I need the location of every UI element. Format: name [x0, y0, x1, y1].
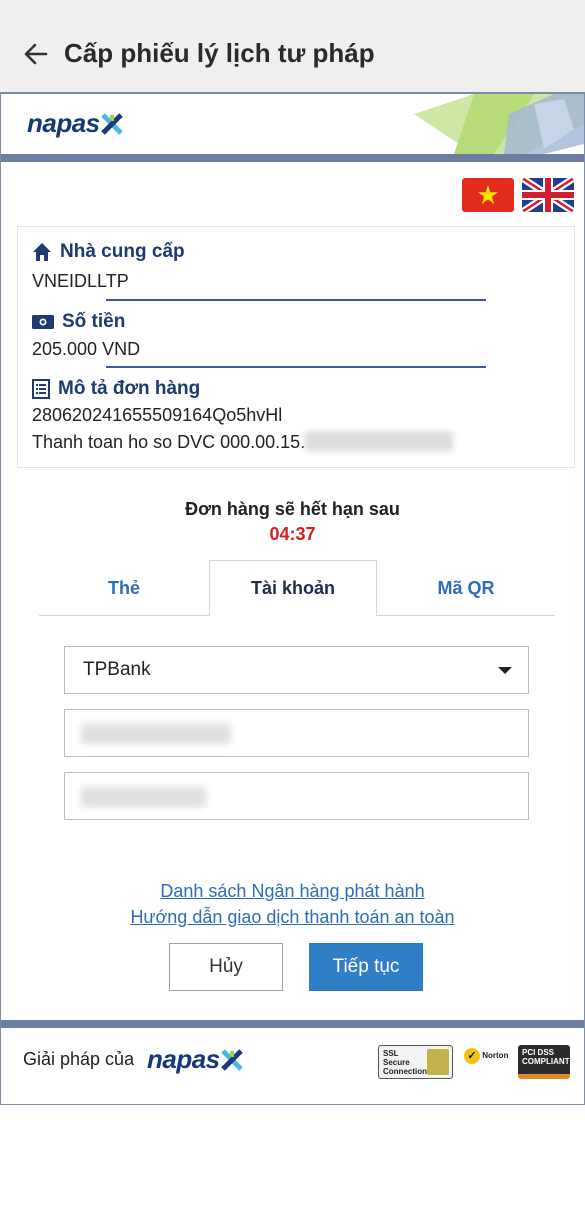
tab-card[interactable]: Thẻ — [39, 560, 209, 616]
description-line-1: 2806202416555091​64Qo5hvHl — [32, 405, 283, 425]
check-icon: ✓ — [464, 1048, 480, 1064]
norton-badge: ✓ Norton — [460, 1045, 514, 1079]
cancel-button[interactable]: Hủy — [169, 943, 283, 991]
amount-label: Số tiền — [62, 311, 126, 332]
napas-x-icon — [220, 1049, 243, 1071]
header-bar — [1, 154, 584, 162]
chevron-down-icon — [498, 667, 512, 674]
ssl-secure-badge: SSL Secure Connection — [378, 1045, 453, 1079]
napas-logo: napas — [27, 108, 123, 139]
continue-button[interactable]: Tiếp tục — [309, 943, 423, 991]
header-decoration — [414, 94, 584, 154]
divider — [106, 366, 486, 368]
safe-payment-guide-link[interactable]: Hướng dẫn giao dịch thanh toán an toàn — [1, 907, 584, 928]
account-name-input[interactable] — [64, 709, 529, 757]
provider-heading: Nhà cung cấp — [32, 241, 185, 263]
pci-dss-badge: PCI DSS COMPLIANT — [518, 1045, 570, 1079]
napas-logo-text: napas — [27, 108, 100, 138]
tab-qr[interactable]: Mã QR — [377, 560, 555, 616]
payment-method-tabs: Thẻ Tài khoản Mã QR — [39, 560, 555, 617]
napas-header: napas — [1, 94, 584, 154]
bank-select-value: TPBank — [83, 659, 151, 680]
redacted-text — [81, 787, 206, 807]
footer-napas-logo: napas — [147, 1044, 243, 1075]
money-icon — [32, 315, 54, 329]
description-heading: Mô tả đơn hàng — [32, 378, 200, 400]
countdown-timer: 04:37 — [269, 524, 316, 544]
amount-value: 205.000 VND — [32, 339, 141, 359]
description-line-2: Thanh toan ho so DVC 000.00.15. — [32, 431, 454, 453]
napas-x-icon — [100, 113, 123, 135]
pci-badge-text: PCI DSS COMPLIANT — [522, 1048, 570, 1066]
norton-badge-text: Norton — [482, 1051, 509, 1061]
app-bar: Cấp phiếu lý lịch tư pháp — [0, 0, 585, 92]
lock-icon — [427, 1049, 449, 1075]
description-text: Thanh toan ho so DVC 000.00.15. — [32, 432, 306, 452]
provider-label: Nhà cung cấp — [60, 241, 185, 262]
language-switcher — [462, 178, 574, 212]
provider-value: VNEIDLLTP — [32, 271, 129, 291]
divider — [106, 299, 486, 301]
back-arrow-icon[interactable] — [22, 40, 50, 68]
issuer-bank-list-link[interactable]: Danh sách Ngân hàng phát hành — [1, 881, 584, 902]
redacted-text — [305, 431, 454, 451]
expire-label: Đơn hàng sẽ hết hạn sau — [185, 499, 400, 519]
description-label: Mô tả đơn hàng — [58, 378, 201, 399]
home-icon — [33, 243, 51, 261]
order-info-box: Nhà cung cấp VNEIDLLTP Số tiền 205.000 V… — [17, 226, 575, 468]
list-icon — [32, 379, 50, 399]
footer-label: Giải pháp của — [23, 1049, 135, 1069]
redacted-text — [81, 724, 231, 744]
amount-heading: Số tiền — [32, 311, 125, 333]
payment-frame: napas Nhà cung cấp VNEIDLLTP Số tiền 205… — [0, 92, 585, 1105]
account-number-input[interactable] — [64, 772, 529, 820]
ssl-badge-text: SSL Secure Connection — [383, 1049, 427, 1076]
uk-flag-icon[interactable] — [522, 178, 574, 212]
napas-logo-text: napas — [147, 1044, 220, 1074]
page-title: Cấp phiếu lý lịch tư pháp — [64, 38, 375, 68]
footer-bar — [1, 1020, 584, 1028]
vietnam-flag-icon[interactable] — [462, 178, 514, 212]
tab-account[interactable]: Tài khoản — [209, 560, 377, 617]
bank-select[interactable]: TPBank — [64, 646, 529, 694]
